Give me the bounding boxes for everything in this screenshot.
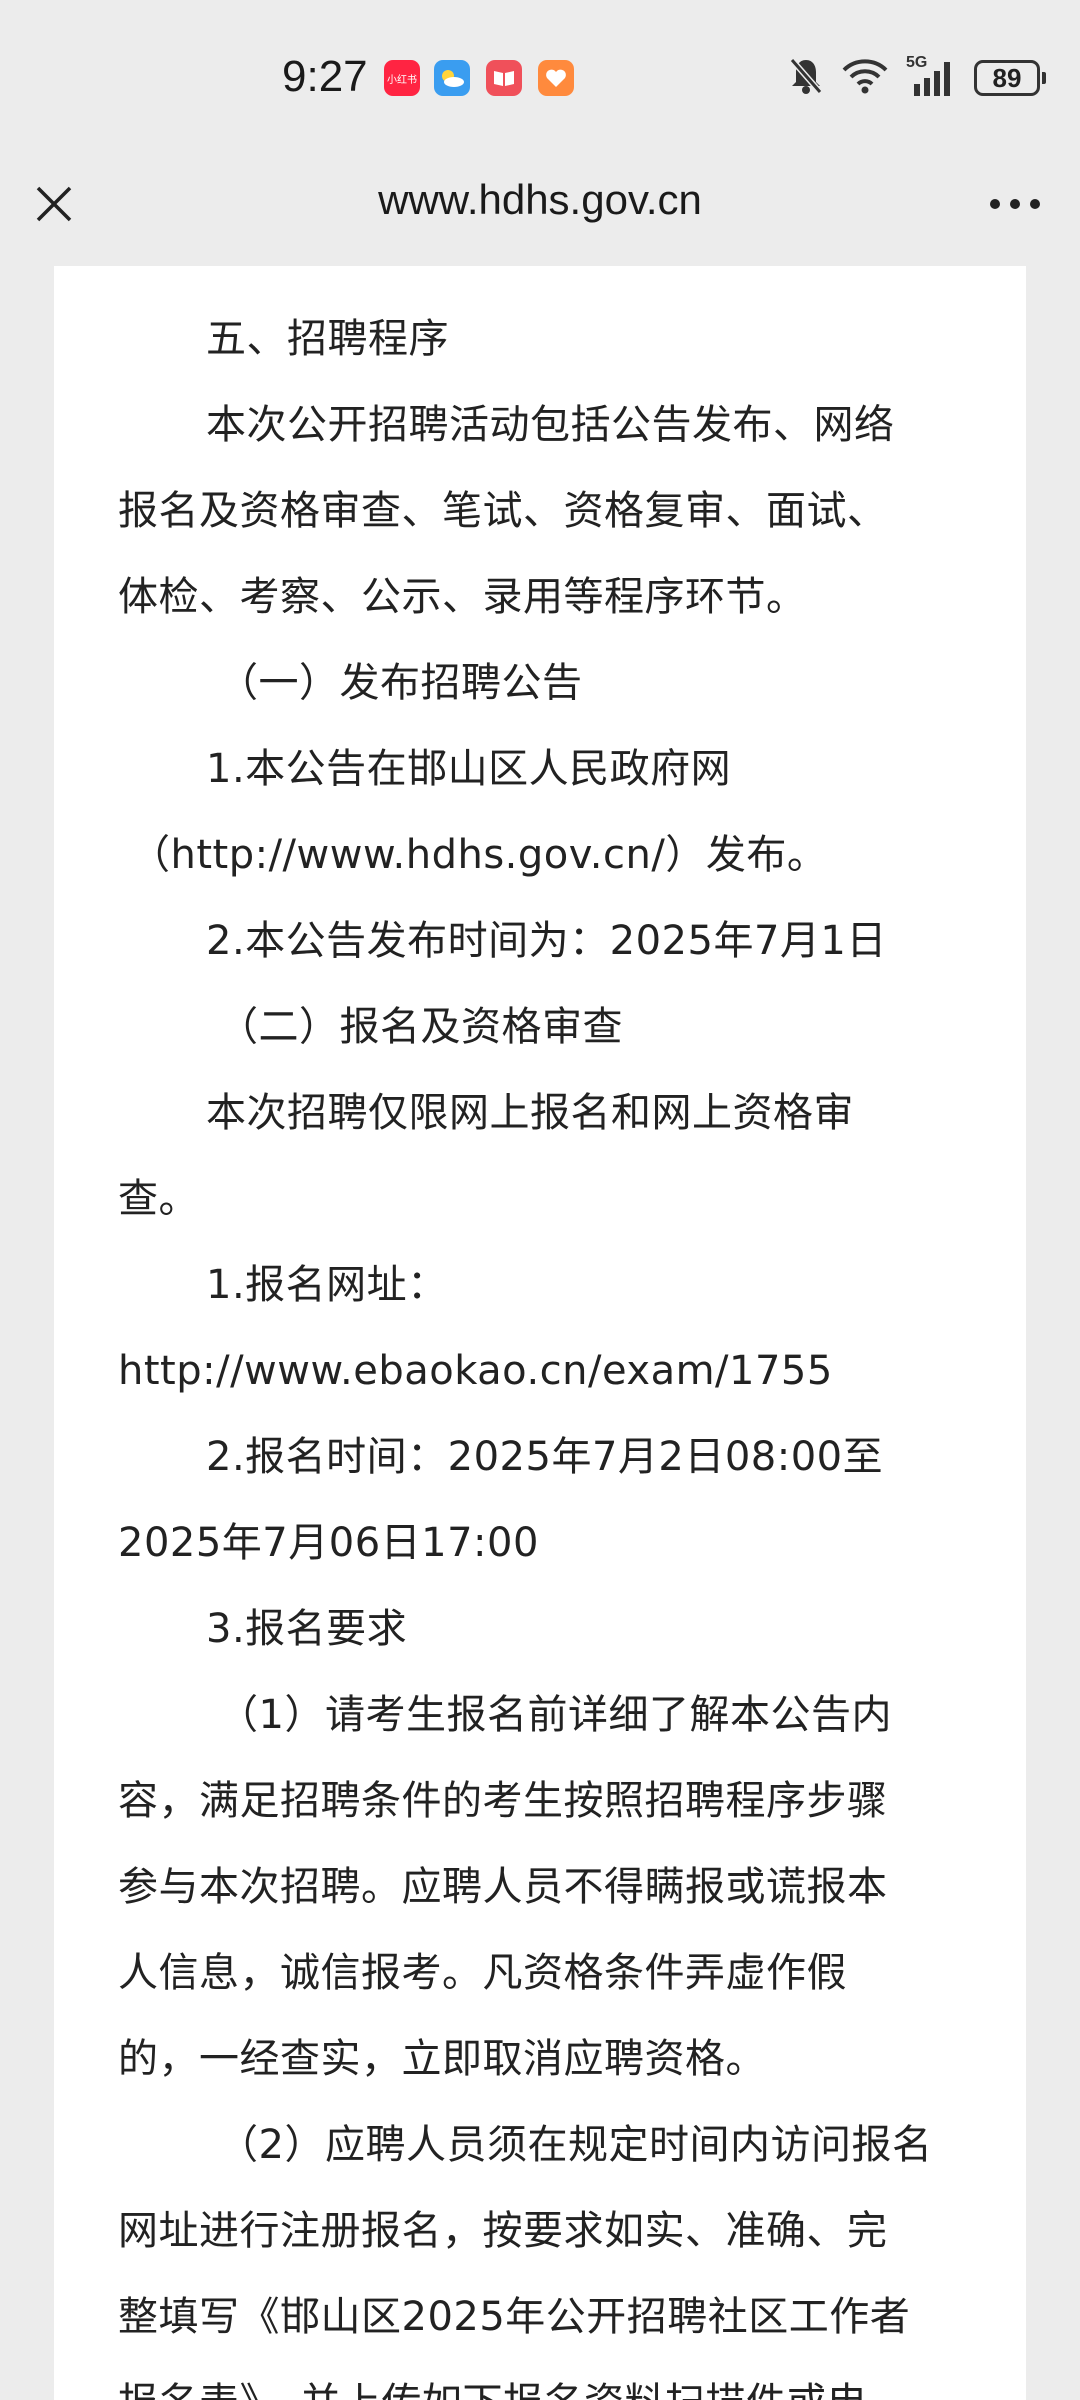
paragraph-line: 2.报名时间：2025年7月2日08:00至 bbox=[206, 1434, 884, 1480]
paragraph-line: 本次招聘仅限网上报名和网上资格审 bbox=[206, 1090, 854, 1136]
paragraph-line: （2）应聘人员须在规定时间内访问报名 bbox=[218, 2122, 933, 2168]
paragraph-link-line: （http://www.hdhs.gov.cn/）发布。 bbox=[130, 832, 828, 878]
paragraph-line: 体检、考察、公示、录用等程序环节。 bbox=[118, 574, 807, 620]
xiaohongshu-icon: 小红书 bbox=[384, 60, 420, 96]
paragraph-line: 查。 bbox=[118, 1176, 199, 1222]
paragraph-line: 网址进行注册报名，按要求如实、准确、完 bbox=[118, 2208, 888, 2254]
reader-icon bbox=[486, 60, 522, 96]
paragraph-line: 报名表》，并上传如下报名资料扫描件或电 bbox=[118, 2374, 868, 2400]
paragraph-line: 1.本公告在邯山区人民政府网 bbox=[206, 746, 732, 792]
paragraph-line: 容，满足招聘条件的考生按照招聘程序步骤 bbox=[118, 1778, 888, 1824]
cellular-5g-icon: 5G bbox=[906, 54, 956, 98]
paragraph-line: 2.本公告发布时间为：2025年7月1日 bbox=[206, 918, 887, 964]
article-page[interactable]: 五、招聘程序 本次公开招聘活动包括公告发布、网络 报名及资格审查、笔试、资格复审… bbox=[54, 266, 1026, 2400]
paragraph-line: 1.报名网址： bbox=[206, 1262, 448, 1308]
registration-url-link[interactable]: http://www.ebaokao.cn/exam/1755 bbox=[118, 1342, 833, 1400]
section-heading: 五、招聘程序 bbox=[206, 316, 449, 362]
status-bar: 9:27 小红书 5G 89 bbox=[0, 0, 1080, 160]
more-options-button[interactable] bbox=[980, 174, 1050, 234]
health-icon bbox=[538, 60, 574, 96]
weather-icon bbox=[434, 60, 470, 96]
battery-indicator: 89 bbox=[974, 60, 1046, 96]
subsection-heading: （一）发布招聘公告 bbox=[218, 660, 583, 706]
paragraph-line: 2025年7月06日17:00 bbox=[118, 1520, 539, 1566]
paragraph-line: 报名及资格审查、笔试、资格复审、面试、 bbox=[118, 488, 888, 534]
page-url-title: www.hdhs.gov.cn bbox=[378, 176, 702, 223]
paragraph-line: 参与本次招聘。应聘人员不得瞒报或谎报本 bbox=[118, 1864, 888, 1910]
browser-nav-bar: www.hdhs.gov.cn bbox=[0, 160, 1080, 266]
more-dots-icon bbox=[990, 199, 1040, 209]
paragraph-line: 本次公开招聘活动包括公告发布、网络 bbox=[206, 402, 895, 448]
paragraph-line: （1）请考生报名前详细了解本公告内 bbox=[218, 1692, 892, 1738]
status-indicators: 5G 89 bbox=[788, 54, 1046, 100]
paragraph-line: 人信息，诚信报考。凡资格条件弄虚作假 bbox=[118, 1950, 847, 1996]
subsection-heading: （二）报名及资格审查 bbox=[218, 1004, 623, 1050]
paragraph-line: 整填写《邯山区2025年公开招聘社区工作者 bbox=[118, 2294, 911, 2340]
paragraph-line: 3.报名要求 bbox=[206, 1606, 408, 1652]
paragraph-line: 的，一经查实，立即取消应聘资格。 bbox=[118, 2036, 766, 2082]
mute-bell-icon bbox=[788, 56, 824, 100]
status-time: 9:27 bbox=[282, 52, 368, 101]
wifi-icon bbox=[842, 58, 888, 98]
